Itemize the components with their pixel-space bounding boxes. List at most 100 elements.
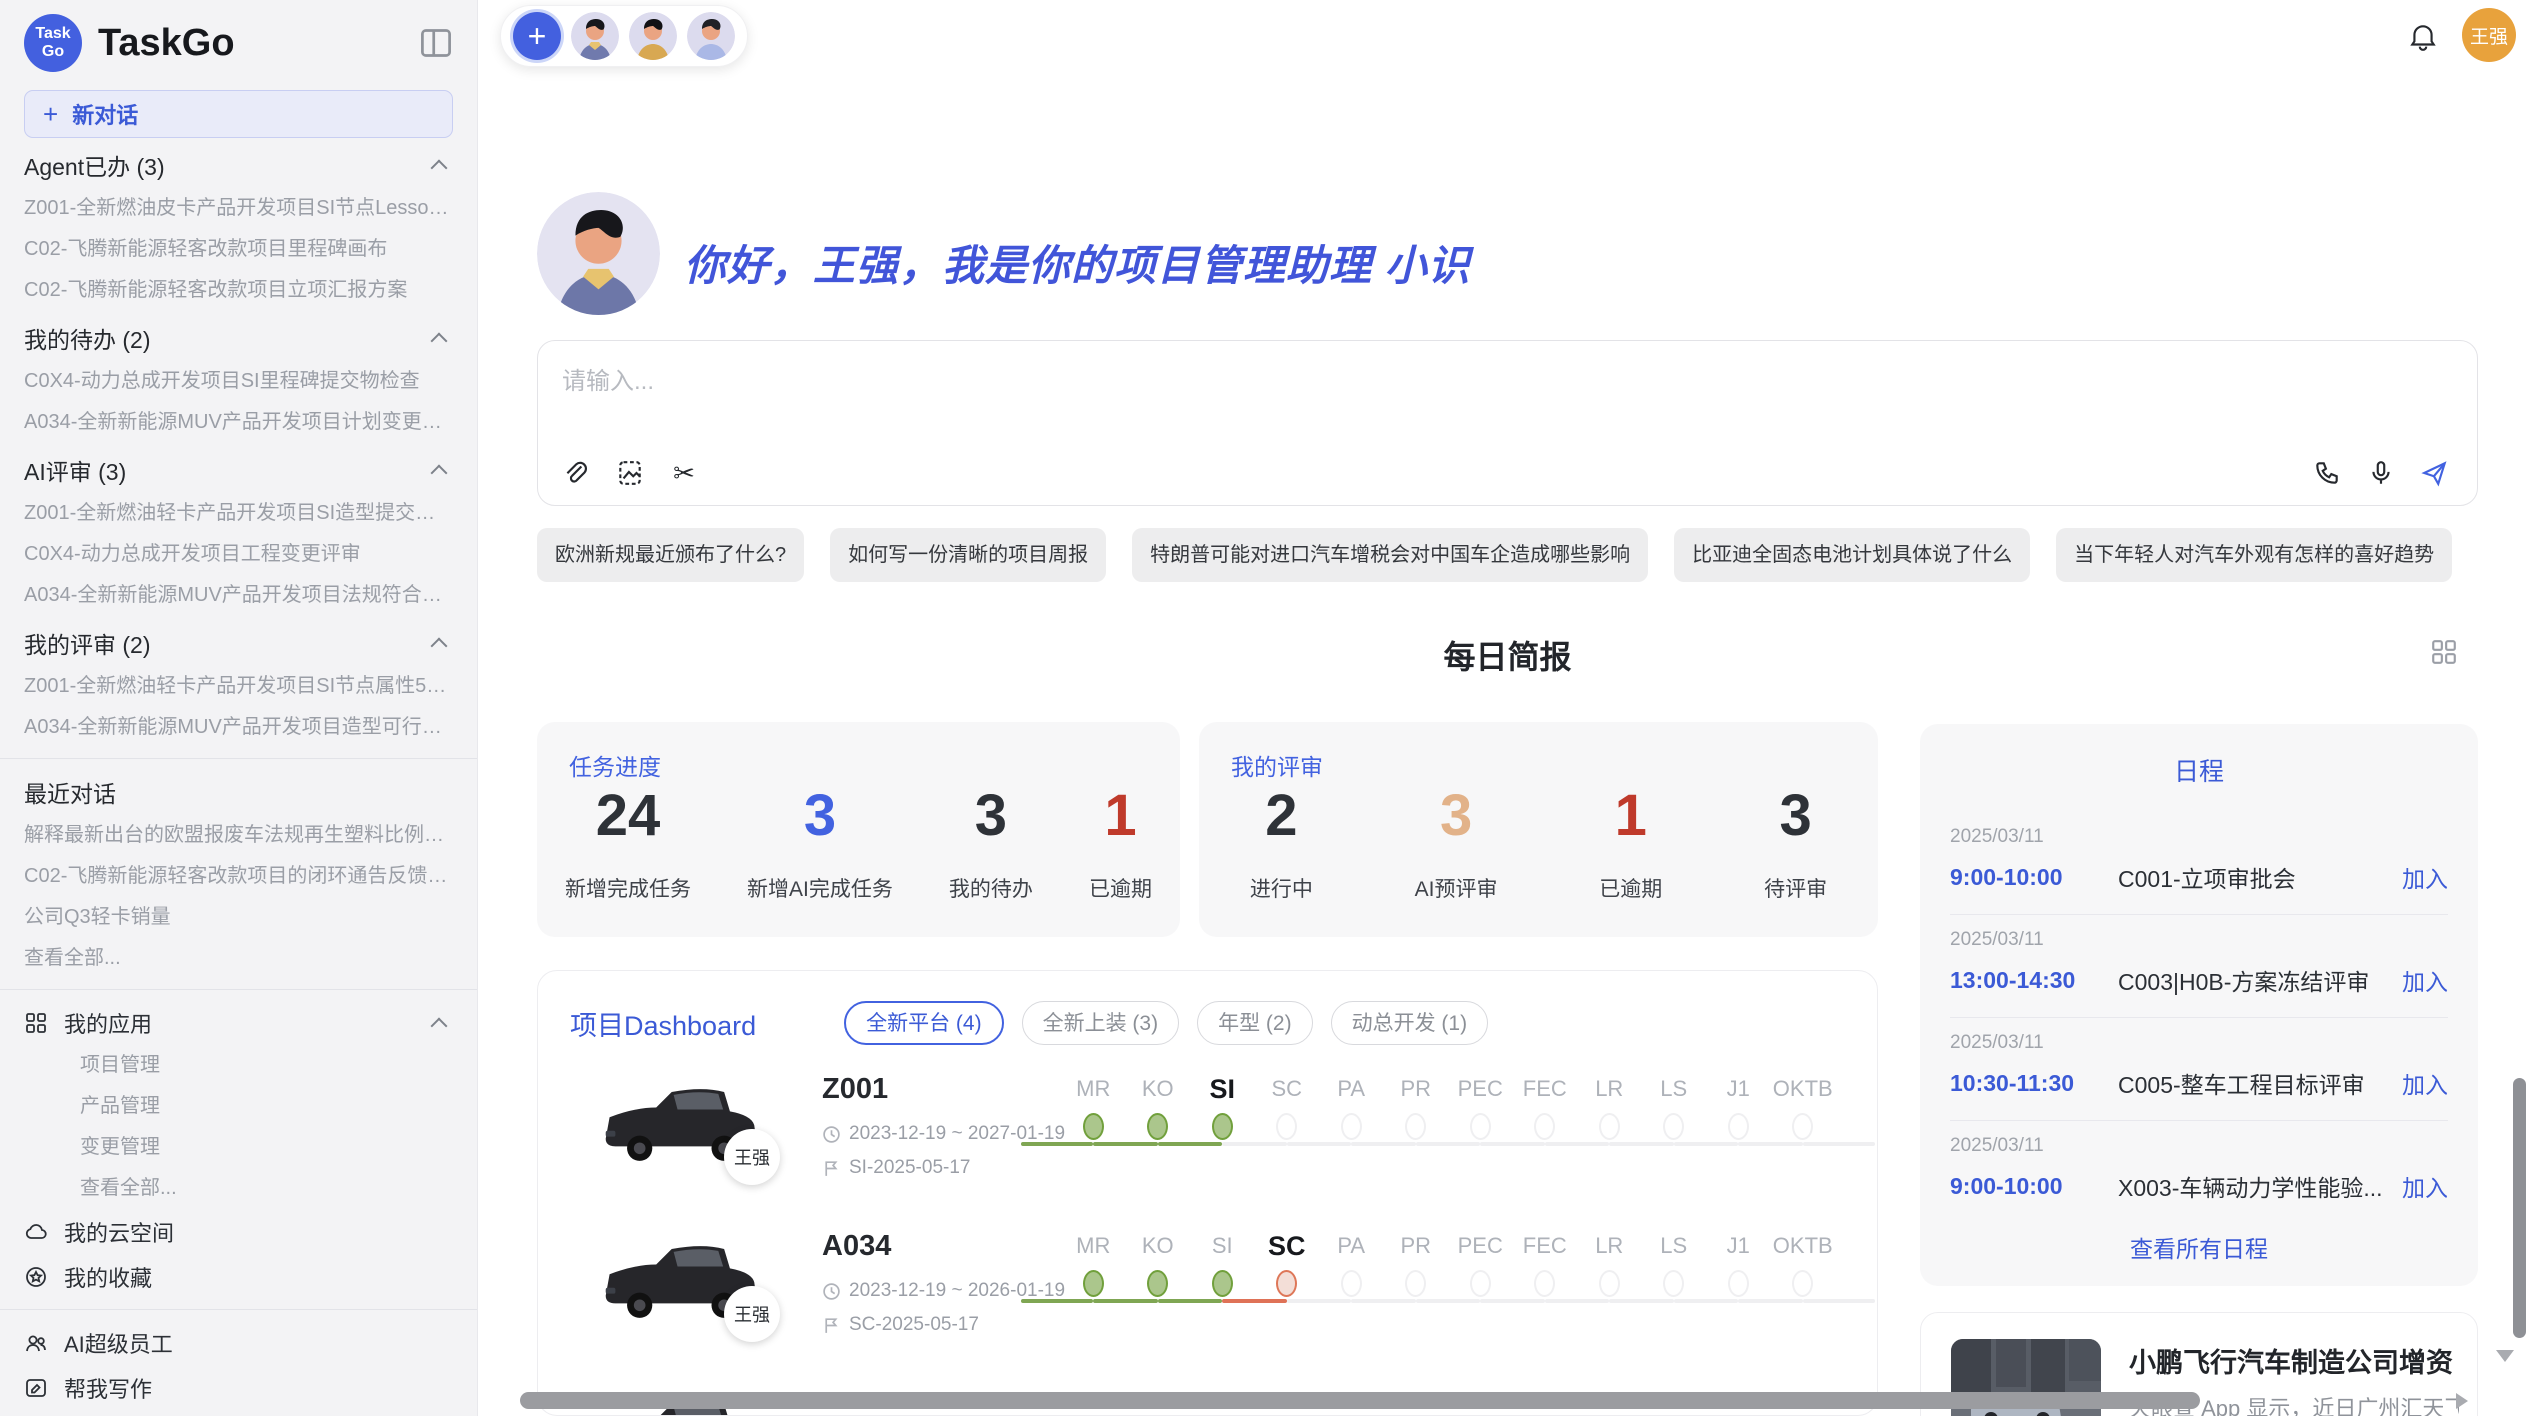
grid-icon — [24, 1011, 48, 1035]
sidebar-item[interactable]: Z001-全新燃油皮卡产品开发项目SI节点Lesson Learn报告 — [24, 188, 453, 229]
milestone-label: SC — [1255, 1071, 1320, 1107]
member-avatar[interactable] — [571, 12, 619, 60]
entry-time: 10:30-11:30 — [1950, 1070, 2118, 1097]
project-dashboard-card: 项目Dashboard 全新平台 (4)全新上装 (3)年型 (2)动总开发 (… — [537, 970, 1878, 1416]
suggestion-chip[interactable]: 欧洲新规最近颁布了什么? — [537, 528, 804, 582]
milestone: SI — [1190, 1071, 1255, 1140]
stat-value: 3 — [747, 782, 893, 849]
vertical-scrollbar-thumb[interactable] — [2513, 1078, 2526, 1338]
entry-row: 9:00-10:00X003-车辆动力学性能验...加入 — [1950, 1169, 2448, 1203]
scroll-down-arrow-icon[interactable] — [2496, 1350, 2514, 1362]
daily-briefing-title: 每日简报 — [537, 632, 2478, 678]
add-agent-button[interactable]: + — [513, 12, 561, 60]
stat-value: 3 — [1764, 782, 1827, 849]
sidebar-item[interactable]: Z001-全新燃油轻卡产品开发项目SI节点属性5D文件评审 — [24, 666, 453, 707]
sidebar-item[interactable]: A034-全新新能源MUV产品开发项目造型可行性评审 — [24, 707, 453, 748]
recent-chat-item[interactable]: 解释最新出台的欧盟报废车法规再生塑料比例被调至15%... — [24, 815, 453, 856]
milestone-dot — [1147, 1270, 1168, 1297]
view-all-chats-link[interactable]: 查看全部... — [24, 938, 453, 979]
stat-item: 3新增AI完成任务 — [747, 782, 893, 903]
app-child-item[interactable]: 产品管理 — [24, 1086, 453, 1127]
view-all-schedule-link[interactable]: 查看所有日程 — [1920, 1230, 2478, 1264]
sidebar-item[interactable]: A034-全新新能源MUV产品开发项目计划变更表编写 — [24, 402, 453, 443]
schedule-entry: 2025/03/119:00-10:00X003-车辆动力学性能验...加入 — [1950, 1121, 2448, 1223]
sidebar-collapse-icon[interactable] — [419, 26, 453, 60]
milestone-connector — [1674, 1142, 1739, 1146]
chevron-up-icon — [431, 333, 448, 350]
sidebar-item[interactable]: C02-飞腾新能源轻客改款项目里程碑画布 — [24, 229, 453, 270]
notification-bell-icon[interactable] — [2408, 22, 2438, 52]
project-code: A034 — [822, 1230, 891, 1263]
sidebar-item[interactable]: C02-飞腾新能源轻客改款项目立项汇报方案 — [24, 270, 453, 311]
member-avatars — [571, 12, 735, 60]
recent-chats-list: 解释最新出台的欧盟报废车法规再生塑料比例被调至15%...C02-飞腾新能源轻客… — [24, 815, 453, 979]
send-icon[interactable] — [2421, 459, 2449, 487]
suggestion-chip[interactable]: 比亚迪全固态电池计划具体说了什么 — [1674, 528, 2030, 582]
recent-chat-item[interactable]: C02-飞腾新能源轻客改款项目的闭环通告反馈情况 — [24, 856, 453, 897]
section-label: AI评审 (3) — [24, 453, 126, 487]
sidebar-item-favorites[interactable]: 我的收藏 — [24, 1254, 453, 1299]
entry-title: C005-整车工程目标评审 — [2118, 1066, 2402, 1100]
filter-pill[interactable]: 动总开发 (1) — [1331, 1001, 1489, 1045]
star-badge-icon — [24, 1265, 48, 1289]
member-avatar[interactable] — [687, 12, 735, 60]
milestone: LS — [1642, 1071, 1707, 1140]
join-link[interactable]: 加入 — [2402, 1066, 2448, 1100]
suggestion-chip[interactable]: 如何写一份清晰的项目周报 — [830, 528, 1106, 582]
member-avatar[interactable] — [629, 12, 677, 60]
milestone-label: PR — [1384, 1228, 1449, 1264]
chat-input[interactable] — [562, 361, 2062, 431]
image-icon[interactable] — [616, 459, 644, 487]
filter-pill[interactable]: 全新上装 (3) — [1022, 1001, 1180, 1045]
tool-label: 帮我写作 — [64, 1372, 152, 1404]
mic-icon[interactable] — [2367, 459, 2395, 487]
scissors-icon[interactable]: ✂ — [670, 459, 698, 487]
sidebar-item[interactable]: C0X4-动力总成开发项目SI里程碑提交物检查 — [24, 361, 453, 402]
sidebar-item-my-apps[interactable]: 我的应用 — [24, 1000, 453, 1045]
task-progress-card: 任务进度24新增完成任务3新增AI完成任务3我的待办1已逾期 — [537, 722, 1180, 937]
sidebar-item[interactable]: A034-全新新能源MUV产品开发项目法规符合性评审 — [24, 575, 453, 616]
sidebar-section-header[interactable]: 我的待办 (2) — [24, 315, 453, 361]
phone-icon[interactable] — [2313, 459, 2341, 487]
milestone-label: OKTB — [1771, 1071, 1836, 1107]
milestone-dot — [1792, 1113, 1813, 1140]
sidebar-item[interactable]: C0X4-动力总成开发项目工程变更评审 — [24, 534, 453, 575]
app-child-item[interactable]: 项目管理 — [24, 1045, 453, 1086]
user-avatar[interactable]: 王强 — [2462, 8, 2516, 62]
section-label: Agent已办 (3) — [24, 148, 165, 182]
join-link[interactable]: 加入 — [2402, 963, 2448, 997]
sidebar-item-help-me-write[interactable]: 帮我写作 — [24, 1365, 453, 1410]
filter-pill[interactable]: 全新平台 (4) — [844, 1001, 1004, 1045]
recent-chat-item[interactable]: 公司Q3轻卡销量 — [24, 897, 453, 938]
milestone-connector — [1480, 1142, 1545, 1146]
sidebar-item-ai-super-staff[interactable]: AI超级员工 — [24, 1320, 453, 1365]
milestone-connector — [1545, 1299, 1610, 1303]
stat-label: 新增完成任务 — [565, 873, 691, 903]
sidebar-item-cloud-space[interactable]: 我的云空间 — [24, 1209, 453, 1254]
sidebar-item[interactable]: Z001-全新燃油轻卡产品开发项目SI造型提交物评审 — [24, 493, 453, 534]
milestone-dot — [1728, 1270, 1749, 1297]
sidebar-section-header[interactable]: Agent已办 (3) — [24, 142, 453, 188]
stat-item: 2进行中 — [1250, 782, 1313, 903]
view-all-apps-link[interactable]: 查看全部... — [24, 1168, 453, 1209]
horizontal-scrollbar-thumb[interactable] — [520, 1392, 2200, 1409]
milestone-label: LR — [1577, 1228, 1642, 1264]
app-child-item[interactable]: 变更管理 — [24, 1127, 453, 1168]
suggestion-chip[interactable]: 当下年轻人对汽车外观有怎样的喜好趋势 — [2056, 528, 2452, 582]
milestone: KO — [1126, 1228, 1191, 1297]
sidebar-section-header[interactable]: 我的评审 (2) — [24, 620, 453, 666]
new-chat-button[interactable]: + 新对话 — [24, 90, 453, 138]
paperclip-icon[interactable] — [562, 459, 590, 487]
sidebar-section-header[interactable]: AI评审 (3) — [24, 447, 453, 493]
sidebar-item-creative-drawing[interactable]: 创意制图 — [24, 1410, 453, 1416]
join-link[interactable]: 加入 — [2402, 1169, 2448, 1203]
chevron-up-icon — [431, 638, 448, 655]
milestone-connector — [1021, 1299, 1093, 1303]
scroll-right-arrow-icon[interactable] — [2456, 1393, 2468, 1409]
stat-label: 我的待办 — [949, 873, 1033, 903]
join-link[interactable]: 加入 — [2402, 860, 2448, 894]
suggestion-chip[interactable]: 特朗普可能对进口汽车增税会对中国车企造成哪些影响 — [1132, 528, 1648, 582]
agent-pill: + — [500, 5, 748, 67]
filter-pill[interactable]: 年型 (2) — [1197, 1001, 1313, 1045]
layout-toggle-icon[interactable] — [2430, 638, 2458, 666]
